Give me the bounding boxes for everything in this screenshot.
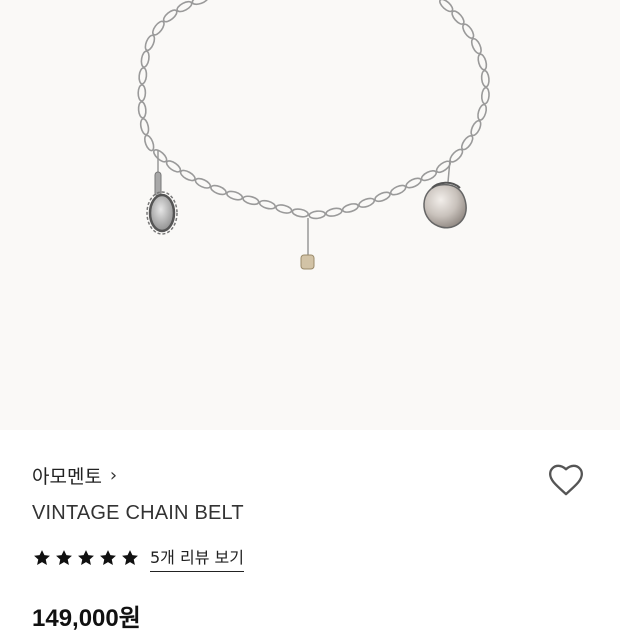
rating-stars [32, 548, 140, 568]
chain-link [153, 148, 168, 163]
review-link[interactable]: 5개 리뷰 보기 [150, 544, 244, 572]
star-icon [122, 550, 138, 565]
chain-path [142, 0, 486, 215]
chain-link [405, 177, 422, 189]
chain-link [139, 118, 150, 136]
chain-link [143, 134, 155, 152]
chain-link [477, 53, 488, 71]
chain-link [258, 199, 276, 210]
chain-link [470, 119, 482, 137]
mirror-charm [146, 150, 178, 235]
chain-link [162, 9, 178, 23]
chain-link [242, 195, 260, 206]
chain-link [291, 208, 309, 218]
chain-link [470, 37, 482, 55]
product-info: 아모멘토 › VINTAGE CHAIN BELT 5개 리뷰 보기 149,0… [0, 430, 620, 632]
chain-link [138, 67, 148, 85]
chain-link [420, 169, 438, 182]
chain-link [341, 203, 359, 213]
chain-link [439, 0, 454, 13]
chain-link [191, 0, 209, 6]
chain-link [179, 169, 196, 182]
chain-link [165, 160, 182, 173]
product-title: VINTAGE CHAIN BELT [32, 502, 244, 524]
star-icon [56, 550, 72, 565]
chain-link [308, 210, 326, 220]
chain-link [451, 10, 465, 25]
chain-link [152, 20, 165, 36]
chain-link [374, 191, 391, 203]
chevron-right-icon: › [109, 465, 118, 486]
brand-name: 아모멘토 [32, 466, 102, 488]
chain-link [137, 84, 147, 102]
chain-link [137, 101, 147, 119]
chain-link [389, 184, 407, 196]
chain-link [194, 177, 212, 189]
brand-link[interactable]: 아모멘토 › [32, 462, 117, 489]
chain-link [477, 103, 488, 121]
chain-link [358, 197, 376, 208]
chain-link [480, 86, 490, 105]
chain-link [176, 0, 193, 13]
chain-link [226, 190, 244, 201]
chain-belt-illustration [137, 0, 490, 270]
chain-link [275, 204, 293, 214]
chain-link [462, 23, 475, 39]
star-icon [78, 550, 94, 565]
rating: 5개 리뷰 보기 [32, 544, 244, 572]
chain-link [210, 184, 227, 196]
tag-charm [300, 218, 315, 270]
chain-link [480, 69, 490, 88]
chain-link [144, 34, 156, 52]
heart-outline-icon[interactable] [546, 460, 586, 500]
star-icon [34, 550, 50, 565]
star-icon [100, 550, 116, 565]
chain-link [325, 207, 343, 217]
product-image[interactable] [0, 0, 620, 430]
product-price: 149,000원 [32, 605, 141, 632]
chain-link [460, 135, 474, 151]
chain-link [140, 50, 150, 68]
